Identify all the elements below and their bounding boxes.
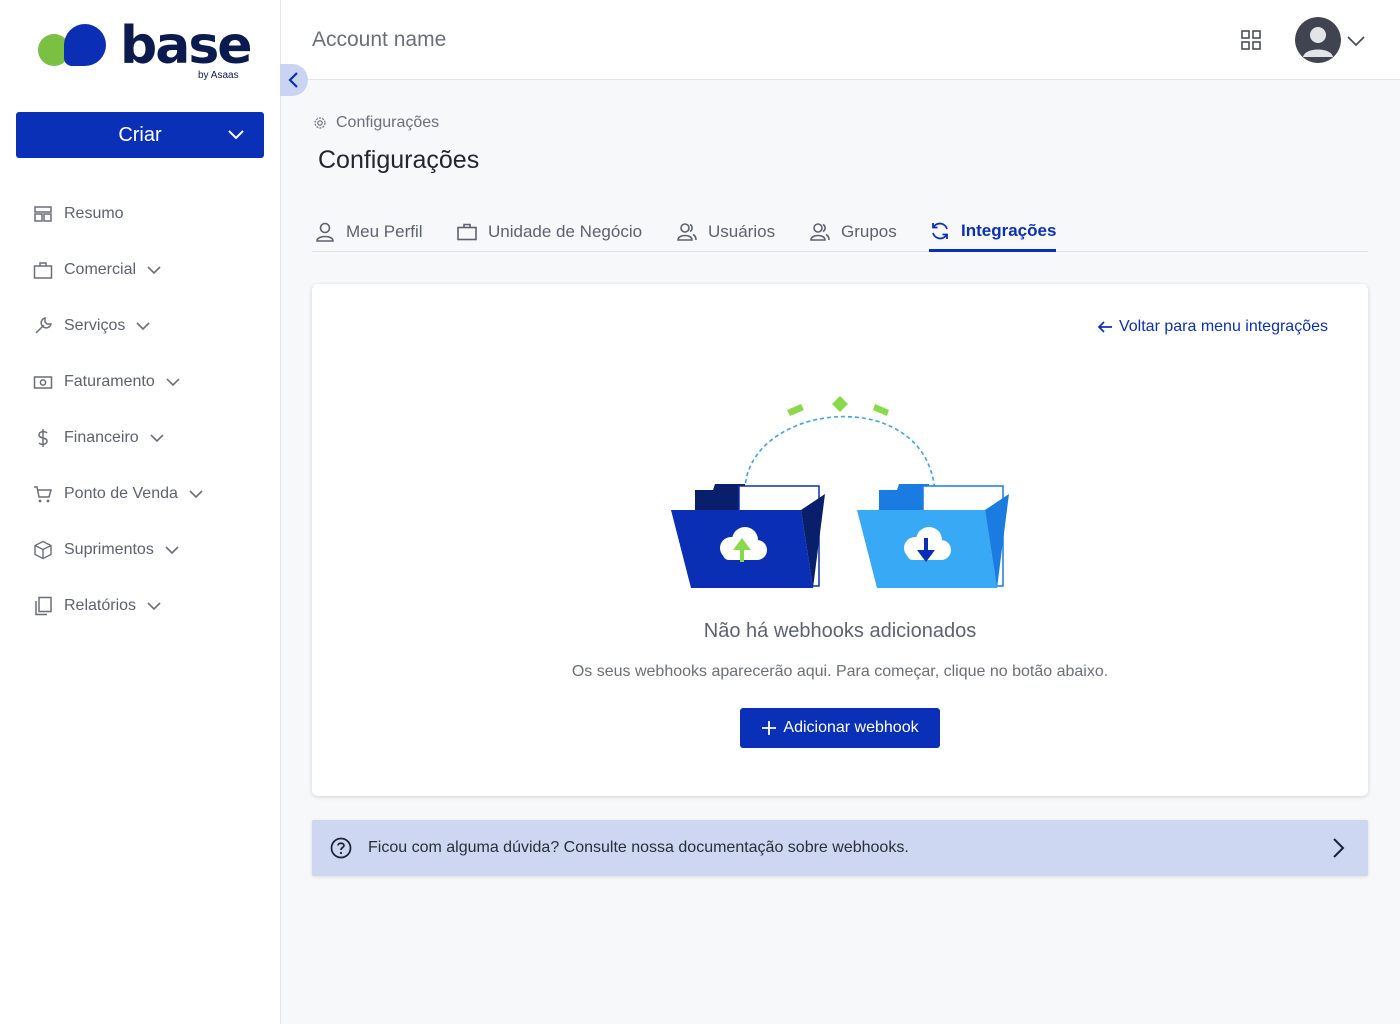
briefcase-icon	[457, 223, 477, 241]
money-icon	[32, 371, 54, 393]
tab-label: Grupos	[841, 222, 897, 241]
logo-text: base	[120, 16, 253, 76]
dashboard-icon	[32, 203, 54, 225]
users-icon	[810, 223, 830, 241]
chevron-down-icon	[189, 490, 203, 499]
user-icon	[316, 222, 334, 242]
sidebar-item-financeiro[interactable]: Financeiro	[32, 410, 272, 466]
tab-label: Meu Perfil	[346, 222, 423, 241]
tab-bar: Meu Perfil Unidade de Negócio Usuários G…	[312, 212, 1368, 252]
docs-banner-text: Ficou com alguma dúvida? Consulte nossa …	[368, 839, 909, 856]
top-bar: Account name	[281, 0, 1400, 80]
sidebar-item-label: Financeiro	[64, 429, 139, 446]
sidebar-item-ponto-de-venda[interactable]: Ponto de Venda	[32, 466, 272, 522]
breadcrumb-label: Configurações	[336, 114, 440, 131]
create-button-label: Criar	[118, 123, 162, 146]
chevron-down-icon	[165, 546, 179, 555]
chevron-right-icon	[1333, 838, 1345, 858]
sidebar-item-label: Resumo	[64, 205, 124, 222]
chevron-down-icon[interactable]	[1345, 30, 1367, 52]
tab-grupos[interactable]: Grupos	[809, 212, 897, 252]
chevron-down-icon	[228, 130, 244, 140]
tab-meu-perfil[interactable]: Meu Perfil	[314, 212, 423, 252]
empty-state-subtitle: Os seus webhooks aparecerão aqui. Para c…	[571, 663, 1109, 680]
arrow-left-icon	[1097, 321, 1112, 333]
webhooks-docs-banner[interactable]: Ficou com alguma dúvida? Consulte nossa …	[312, 820, 1368, 876]
back-link-label: Voltar para menu integrações	[1118, 318, 1328, 335]
cart-icon	[32, 483, 54, 505]
tab-unidade-de-negocio[interactable]: Unidade de Negócio	[456, 212, 642, 252]
reports-icon	[32, 595, 54, 617]
back-to-integrations-link[interactable]: Voltar para menu integrações	[1097, 318, 1328, 336]
webhooks-card: Voltar para menu integrações Não há webh…	[312, 284, 1368, 796]
sidebar-item-label: Serviços	[64, 317, 126, 334]
sidebar: base by Asaas Criar Resumo Comercial Ser…	[0, 0, 281, 1024]
page-title: Configurações	[318, 146, 480, 174]
brand-logo[interactable]: base by Asaas	[38, 16, 253, 81]
collapse-sidebar-button[interactable]	[280, 64, 308, 96]
create-button[interactable]: Criar	[16, 112, 264, 158]
tab-label: Integrações	[961, 220, 1057, 240]
chevron-down-icon	[166, 378, 180, 387]
apps-grid-icon[interactable]	[1241, 30, 1261, 50]
add-webhook-label: Adicionar webhook	[783, 719, 919, 736]
sidebar-item-label: Comercial	[64, 261, 137, 278]
sidebar-item-servicos[interactable]: Serviços	[32, 298, 272, 354]
dollar-icon	[32, 427, 54, 449]
tab-label: Unidade de Negócio	[488, 222, 643, 241]
sidebar-item-comercial[interactable]: Comercial	[32, 242, 272, 298]
sidebar-item-label: Faturamento	[64, 373, 155, 390]
sidebar-item-label: Suprimentos	[64, 541, 154, 558]
question-circle-icon	[330, 837, 352, 859]
box-icon	[32, 539, 54, 561]
users-icon	[677, 223, 697, 241]
add-webhook-button[interactable]: Adicionar webhook	[740, 708, 940, 748]
chevron-down-icon	[136, 322, 150, 331]
sidebar-item-faturamento[interactable]: Faturamento	[32, 354, 272, 410]
sidebar-item-resumo[interactable]: Resumo	[32, 186, 272, 242]
sidebar-item-label: Relatórios	[64, 597, 137, 614]
empty-state-title: Não há webhooks adicionados	[703, 620, 977, 642]
tab-integracoes[interactable]: Integrações	[929, 212, 1057, 252]
sidebar-nav: Resumo Comercial Serviços Faturamento Fi…	[32, 186, 272, 634]
chevron-down-icon	[147, 266, 161, 275]
sidebar-item-suprimentos[interactable]: Suprimentos	[32, 522, 272, 578]
gear-icon	[314, 117, 326, 129]
sync-icon	[932, 222, 948, 239]
plus-icon	[762, 721, 777, 735]
logo-mark-icon	[38, 22, 110, 66]
briefcase-icon	[32, 259, 54, 281]
chevron-down-icon	[147, 602, 161, 611]
sidebar-item-relatorios[interactable]: Relatórios	[32, 578, 272, 634]
account-name: Account name	[312, 28, 447, 51]
wrench-icon	[32, 315, 54, 337]
chevron-down-icon	[150, 434, 164, 443]
chevron-left-icon	[288, 72, 298, 88]
breadcrumb: Configurações	[313, 114, 439, 132]
tab-label: Usuários	[708, 222, 776, 241]
webhooks-empty-illustration	[671, 396, 1009, 588]
avatar[interactable]	[1295, 17, 1341, 63]
sidebar-item-label: Ponto de Venda	[64, 485, 178, 502]
logo-tagline: by Asaas	[198, 70, 239, 81]
tab-usuarios[interactable]: Usuários	[676, 212, 775, 252]
